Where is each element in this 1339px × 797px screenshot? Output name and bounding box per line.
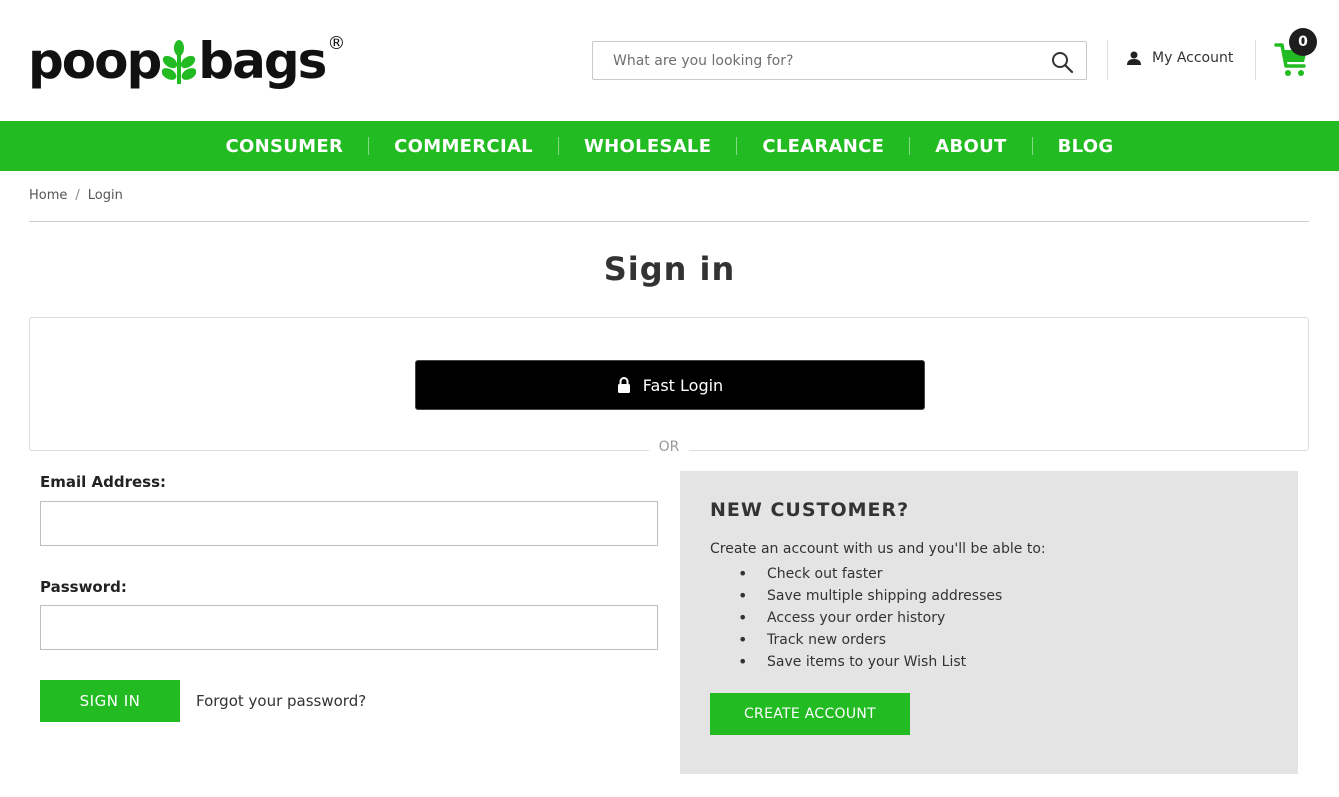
my-account-link[interactable]: My Account	[1126, 50, 1233, 66]
email-label: Email Address:	[40, 473, 167, 491]
cart-button[interactable]: 0	[1274, 28, 1324, 80]
nav-item-about[interactable]: ABOUT	[910, 136, 1031, 157]
breadcrumb-separator: /	[75, 188, 80, 203]
site-header: poop bags ® My Account	[0, 0, 1339, 121]
list-item: Save multiple shipping addresses	[710, 585, 1002, 607]
fast-login-button[interactable]: Fast Login	[415, 360, 925, 410]
forgot-password-link[interactable]: Forgot your password?	[196, 692, 366, 710]
nav-item-clearance[interactable]: CLEARANCE	[737, 136, 909, 157]
header-divider	[1107, 40, 1108, 80]
breadcrumb: Home / Login	[29, 188, 123, 203]
email-field[interactable]	[41, 502, 657, 545]
list-item: Save items to your Wish List	[710, 651, 1002, 673]
main-nav: CONSUMER COMMERCIAL WHOLESALE CLEARANCE …	[0, 121, 1339, 171]
logo-text-bags: bags	[198, 32, 327, 90]
list-item: Check out faster	[710, 563, 1002, 585]
lock-icon	[617, 377, 630, 393]
nav-item-consumer[interactable]: CONSUMER	[201, 136, 369, 157]
search-bar	[592, 41, 1087, 80]
fast-login-label: Fast Login	[642, 375, 724, 395]
email-field-wrap	[40, 501, 658, 546]
nav-item-commercial[interactable]: COMMERCIAL	[369, 136, 558, 157]
cart-count-badge: 0	[1289, 28, 1317, 56]
fast-login-panel: Fast Login	[29, 317, 1309, 451]
new-customer-intro: Create an account with us and you'll be …	[710, 541, 1046, 557]
password-field[interactable]	[41, 606, 657, 649]
search-input[interactable]	[613, 51, 1033, 71]
header-divider	[1255, 40, 1256, 80]
create-account-button[interactable]: CREATE ACCOUNT	[710, 693, 910, 735]
list-item: Track new orders	[710, 629, 1002, 651]
password-field-wrap	[40, 605, 658, 650]
nav-item-wholesale[interactable]: WHOLESALE	[559, 136, 736, 157]
search-icon[interactable]	[1050, 50, 1074, 74]
breadcrumb-home[interactable]: Home	[29, 188, 67, 203]
site-logo[interactable]: poop bags ®	[28, 33, 345, 89]
new-customer-heading: NEW CUSTOMER?	[710, 499, 910, 521]
leaf-icon	[162, 40, 197, 84]
list-item: Access your order history	[710, 607, 1002, 629]
logo-text-poop: poop	[28, 32, 162, 90]
breadcrumb-current[interactable]: Login	[88, 188, 123, 203]
page-title: Sign in	[603, 250, 736, 288]
or-separator: OR	[649, 439, 689, 455]
nav-item-blog[interactable]: BLOG	[1033, 136, 1139, 157]
registered-mark: ®	[327, 32, 346, 54]
benefits-list: Check out faster Save multiple shipping …	[710, 563, 1002, 673]
my-account-label: My Account	[1152, 50, 1234, 66]
new-customer-panel: NEW CUSTOMER? Create an account with us …	[680, 471, 1298, 774]
password-label: Password:	[40, 578, 127, 596]
user-icon	[1127, 51, 1141, 65]
sign-in-button[interactable]: SIGN IN	[40, 680, 180, 722]
breadcrumb-divider	[29, 221, 1309, 222]
